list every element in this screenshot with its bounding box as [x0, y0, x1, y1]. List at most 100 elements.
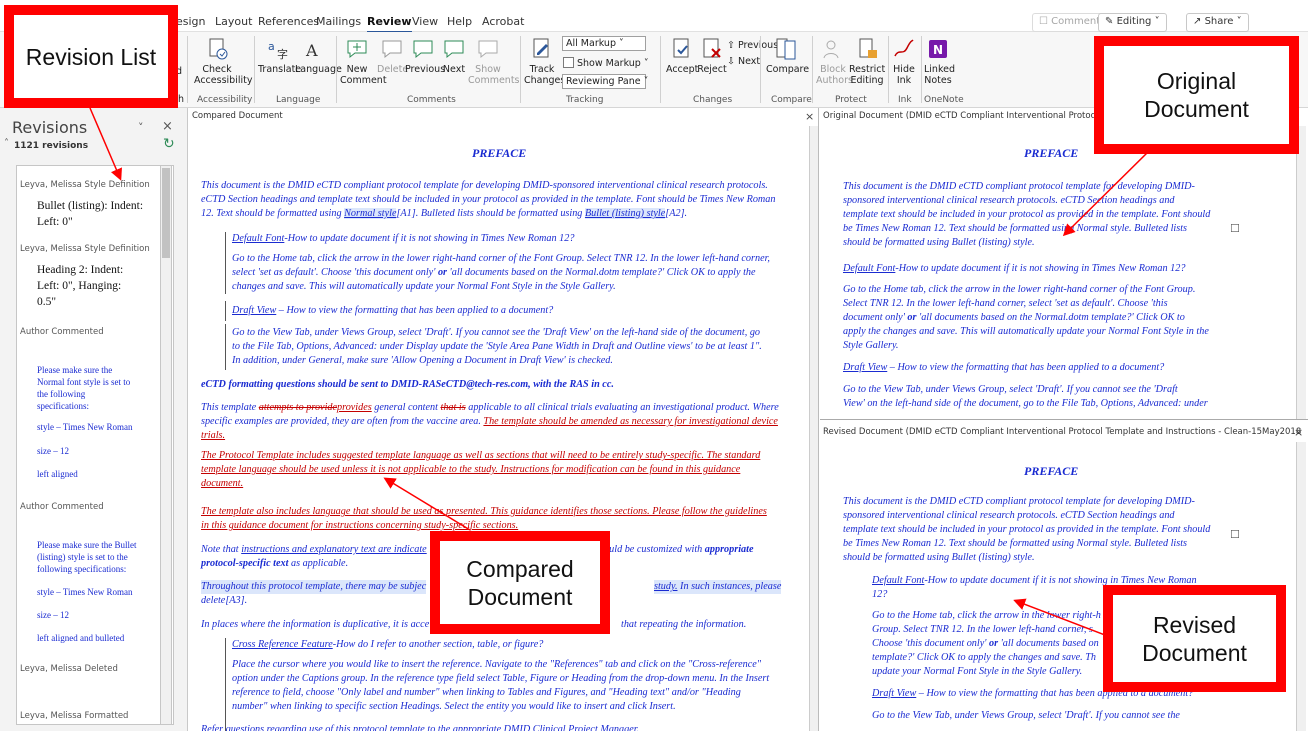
- doc-line: In addition, under General, make sure 'A…: [232, 355, 613, 366]
- refresh-icon[interactable]: ↻: [163, 136, 175, 152]
- markup-dropdown[interactable]: All Markup ˅: [562, 36, 646, 51]
- doc-fragment: applicable to all clinical trials evalua…: [465, 402, 779, 413]
- compare-button[interactable]: Compare: [766, 36, 809, 75]
- doc-fragment: Default Font: [232, 233, 285, 244]
- group-tracking: Tracking: [566, 95, 604, 105]
- next-change-button[interactable]: ⇩ Next: [727, 56, 760, 67]
- doc-line: This document is the DMID eCTD compliant…: [201, 180, 768, 191]
- revision-author: Leyva, Melissa Style Definition: [20, 244, 150, 254]
- doc-line: should be formatted using Bullet (listin…: [843, 552, 1035, 563]
- doc-fragment: should be customized with: [595, 544, 705, 555]
- share-button[interactable]: ↗ Share ˅: [1186, 13, 1249, 32]
- hide-ink-button[interactable]: Hide Ink: [891, 36, 917, 86]
- new-comment-button[interactable]: New Comment: [340, 36, 387, 86]
- translate-button[interactable]: a字 Translate: [258, 36, 301, 75]
- original-document-pane[interactable]: Original Document (DMID eCTD Compliant I…: [820, 108, 1308, 420]
- revision-author: Leyva, Melissa Deleted: [20, 664, 118, 674]
- doc-line: Go to the Home tab, click the arrow in t…: [232, 253, 770, 264]
- original-scrollbar[interactable]: [1296, 126, 1306, 419]
- comment-text: style – Times New Roman: [37, 422, 133, 432]
- doc-fragment: document only': [843, 312, 908, 323]
- chevron-down-icon[interactable]: ˅: [138, 121, 144, 134]
- show-markup-button[interactable]: Show Markup ˅: [563, 57, 649, 69]
- close-icon[interactable]: ×: [162, 119, 173, 134]
- doc-fragment: select 'set as default'. Choose 'this do…: [232, 267, 438, 278]
- show-comments-icon: [478, 40, 498, 59]
- doc-line: changes and save. This will automaticall…: [232, 281, 616, 292]
- doc-line: Go to the Home tab, click the arrow in t…: [872, 610, 1101, 621]
- doc-line: 12?: [872, 589, 888, 600]
- group-comments: Comments: [407, 95, 456, 105]
- previous-comment-icon: [413, 40, 433, 59]
- compare-icon: [776, 38, 796, 60]
- translate-icon: a字: [268, 40, 288, 61]
- previous-comment-button[interactable]: Previous: [405, 36, 445, 75]
- show-comments-label: Show Comments: [468, 64, 520, 86]
- svg-text:N: N: [933, 43, 943, 57]
- tab-design[interactable]: esign: [176, 15, 206, 28]
- comment-marker[interactable]: [A1]: [396, 208, 415, 219]
- restrict-editing-button[interactable]: Restrict Editing: [849, 36, 885, 86]
- editing-button-label: Editing: [1116, 16, 1152, 27]
- delete-comment-icon: [382, 40, 402, 59]
- doc-fragment: protocol-specific text: [201, 558, 289, 569]
- doc-fragment: . Bulleted lists should be formatted usi…: [415, 208, 585, 219]
- onenote-icon: N: [929, 40, 947, 58]
- comment-icon[interactable]: ☐: [1230, 222, 1240, 235]
- track-changes-button[interactable]: Track Changes: [524, 36, 565, 86]
- doc-fragment: study.: [654, 581, 678, 592]
- tab-view[interactable]: View: [412, 15, 438, 28]
- comment-icon[interactable]: ☐: [1230, 528, 1240, 541]
- doc-fragment: Cross Reference Feature: [232, 639, 333, 650]
- close-icon[interactable]: ×: [1294, 426, 1303, 439]
- doc-title: PREFACE: [1024, 464, 1079, 478]
- deleted-text: that is: [440, 402, 466, 413]
- compared-scrollbar[interactable]: [809, 126, 818, 731]
- collapse-icon[interactable]: ˄: [4, 138, 9, 149]
- tab-mailings[interactable]: Mailings: [316, 15, 361, 28]
- compared-document-pane[interactable]: Compared Document × PREFACE This documen…: [189, 108, 819, 731]
- tab-acrobat[interactable]: Acrobat: [482, 15, 524, 28]
- delete-comment-button[interactable]: Delete: [377, 36, 408, 75]
- revised-scrollbar[interactable]: [1296, 442, 1306, 731]
- revision-author: Author Commented: [20, 502, 104, 512]
- doc-line: should be customized with appropriate: [595, 543, 753, 557]
- reject-button[interactable]: Reject: [696, 36, 728, 75]
- group-protect: Protect: [835, 95, 867, 105]
- ink-icon: [894, 39, 914, 57]
- restrict-editing-label: Restrict Editing: [849, 64, 886, 86]
- check-accessibility-button[interactable]: Check Accessibility: [194, 36, 252, 86]
- tab-layout[interactable]: Layout: [215, 15, 252, 28]
- linked-notes-button[interactable]: N Linked Notes: [924, 36, 955, 86]
- doc-line: template language should be used unless …: [201, 464, 741, 475]
- doc-fragment: Draft View: [872, 688, 917, 699]
- hide-ink-label: Hide Ink: [893, 64, 915, 86]
- doc-line: update your Normal Font Style in the Sty…: [872, 666, 1083, 677]
- compared-document-header: Compared Document: [192, 111, 283, 121]
- revision-detail: Left: 0": [37, 216, 73, 228]
- doc-line: View' on the left-hand side of the docum…: [843, 398, 1208, 409]
- revision-list-scrollbar[interactable]: [160, 165, 172, 725]
- close-icon[interactable]: ×: [805, 110, 814, 123]
- reviewing-pane-button[interactable]: Reviewing Pane ˅: [562, 74, 648, 89]
- doc-fragment: specific examples are provided, they are…: [201, 416, 484, 427]
- doc-line: template?' Click OK to apply the changes…: [872, 652, 1097, 663]
- show-comments-button[interactable]: Show Comments: [468, 36, 520, 86]
- doc-line: trials.: [201, 430, 226, 441]
- tab-review[interactable]: Review: [367, 15, 412, 33]
- block-authors-button[interactable]: Block Authors: [816, 36, 853, 86]
- doc-fragment: Note that: [201, 544, 242, 555]
- doc-line: 12. Text should be formatted using Norma…: [201, 207, 687, 221]
- language-button[interactable]: A Language: [295, 36, 342, 75]
- comment-marker[interactable]: [A2]: [665, 208, 684, 219]
- editing-button[interactable]: ✎ Editing ˅: [1098, 13, 1167, 32]
- tab-help[interactable]: Help: [447, 15, 472, 28]
- next-comment-button[interactable]: Next: [440, 36, 468, 75]
- accept-button[interactable]: Accept: [666, 36, 698, 75]
- highlighted-text: Bullet (listing) style: [584, 208, 666, 219]
- revision-list[interactable]: Leyva, Melissa Style Definition Bullet (…: [16, 165, 174, 725]
- doc-line: to the File Tab, Options, Advanced: unde…: [232, 341, 762, 352]
- tab-references[interactable]: References: [258, 15, 319, 28]
- scroll-thumb[interactable]: [162, 168, 170, 258]
- svg-text:a: a: [268, 40, 275, 53]
